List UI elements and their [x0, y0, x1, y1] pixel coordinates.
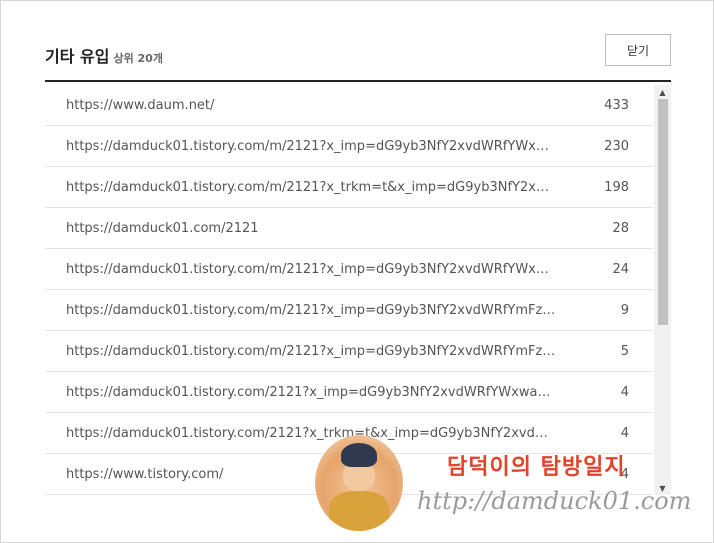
referrer-url[interactable]: https://damduck01.tistory.com/2121?x_trk…: [66, 426, 556, 441]
referrer-count: 230: [604, 138, 629, 154]
referrer-count: 4: [620, 466, 629, 482]
title-subtitle: 상위 20개: [113, 52, 163, 65]
referrer-url[interactable]: https://damduck01.tistory.com/m/2121?x_i…: [66, 303, 556, 318]
referrer-count: 4: [620, 425, 629, 441]
referrer-url[interactable]: https://damduck01.com/2121: [66, 221, 556, 236]
referrer-count: 198: [604, 179, 629, 195]
referrer-url[interactable]: https://damduck01.tistory.com/m/2121?x_i…: [66, 139, 556, 154]
referrer-count: 24: [612, 261, 629, 277]
scroll-down-arrow-icon[interactable]: ▼: [654, 481, 671, 495]
close-button[interactable]: 닫기: [605, 34, 671, 66]
referrer-list-container: https://www.daum.net/ 433 https://damduc…: [45, 85, 671, 495]
list-item: https://www.daum.net/ 433: [45, 85, 653, 126]
modal-title: 기타 유입 상위 20개: [45, 43, 163, 67]
referrer-count: 433: [604, 97, 629, 113]
referrer-url[interactable]: https://damduck01.tistory.com/m/2121?x_i…: [66, 262, 556, 277]
scroll-up-arrow-icon[interactable]: ▲: [654, 85, 671, 99]
list-scrollbar[interactable]: ▲ ▼: [654, 85, 671, 495]
modal-header: 기타 유입 상위 20개 닫기: [45, 31, 671, 82]
list-item: https://damduck01.tistory.com/m/2121?x_t…: [45, 167, 653, 208]
list-item: https://damduck01.tistory.com/2121?x_imp…: [45, 372, 653, 413]
list-item: https://damduck01.tistory.com/m/2121?x_i…: [45, 126, 653, 167]
scroll-thumb[interactable]: [658, 99, 668, 325]
referrer-url[interactable]: https://www.daum.net/: [66, 98, 556, 113]
title-text: 기타 유입: [45, 47, 110, 66]
other-referrers-modal: 기타 유입 상위 20개 닫기 https://www.daum.net/ 433…: [0, 0, 714, 543]
list-item: https://damduck01.com/2121 28: [45, 208, 653, 249]
list-item: https://www.tistory.com/ 4: [45, 454, 653, 495]
list-item: https://damduck01.tistory.com/m/2121?x_i…: [45, 249, 653, 290]
referrer-count: 5: [620, 343, 629, 359]
referrer-url[interactable]: https://damduck01.tistory.com/m/2121?x_i…: [66, 344, 556, 359]
referrer-list: https://www.daum.net/ 433 https://damduc…: [45, 85, 653, 495]
list-item: https://damduck01.tistory.com/m/2121?x_i…: [45, 290, 653, 331]
referrer-count: 4: [620, 384, 629, 400]
referrer-url[interactable]: https://damduck01.tistory.com/m/2121?x_t…: [66, 180, 556, 195]
avatar-robe: [329, 491, 389, 531]
referrer-count: 9: [620, 302, 629, 318]
referrer-url[interactable]: https://www.tistory.com/: [66, 467, 556, 482]
list-item: https://damduck01.tistory.com/2121?x_trk…: [45, 413, 653, 454]
list-item: https://damduck01.tistory.com/m/2121?x_i…: [45, 331, 653, 372]
referrer-url[interactable]: https://damduck01.tistory.com/2121?x_imp…: [66, 385, 556, 400]
referrer-count: 28: [612, 220, 629, 236]
